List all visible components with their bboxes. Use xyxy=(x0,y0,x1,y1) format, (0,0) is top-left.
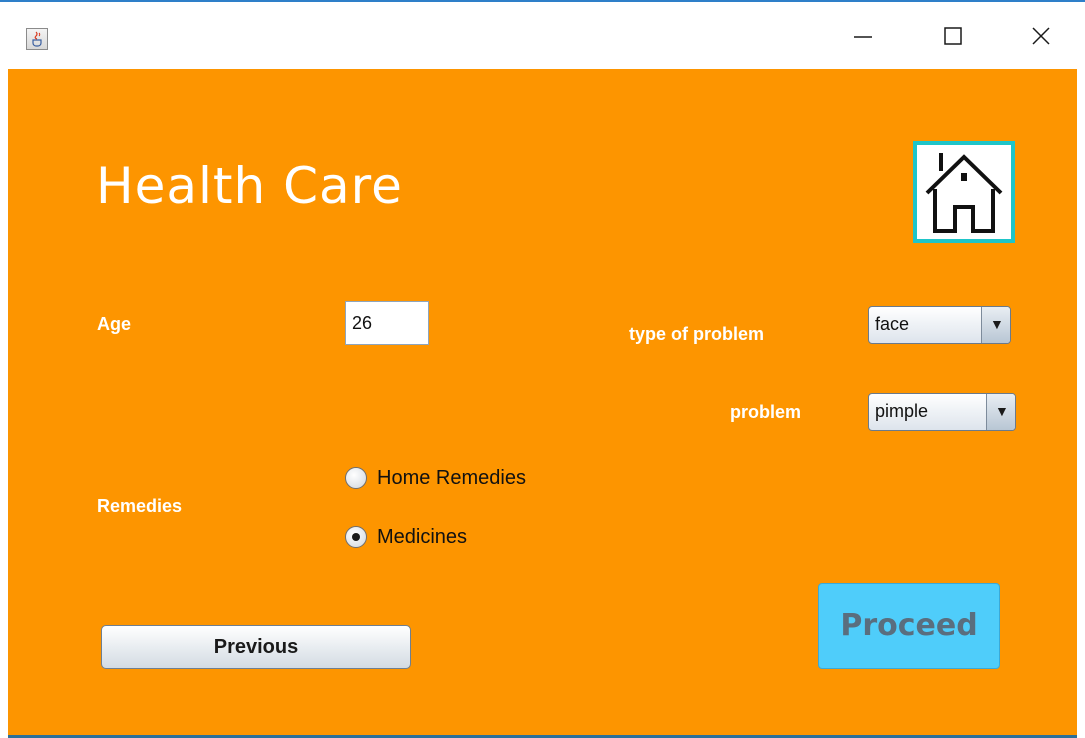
radio-button[interactable] xyxy=(345,526,367,548)
house-icon xyxy=(925,153,1003,233)
main-panel: Health Care Age type of problem face ▼ p… xyxy=(8,69,1077,735)
radio-label: Medicines xyxy=(377,526,468,548)
home-button[interactable] xyxy=(913,141,1015,243)
problem-select[interactable]: pimple ▼ xyxy=(868,393,1016,431)
minimize-button[interactable] xyxy=(840,16,886,56)
problem-label: problem xyxy=(730,402,802,422)
type-of-problem-label: type of problem xyxy=(629,324,765,344)
title-bar xyxy=(0,2,1085,68)
age-label: Age xyxy=(97,314,132,334)
close-icon xyxy=(1032,27,1050,45)
minimize-icon xyxy=(854,36,872,38)
maximize-icon xyxy=(944,27,962,45)
proceed-button[interactable]: Proceed xyxy=(818,583,1000,669)
close-button[interactable] xyxy=(1018,16,1064,56)
dropdown-arrow-icon[interactable]: ▼ xyxy=(986,394,1015,430)
problem-value: pimple xyxy=(875,401,929,421)
radio-selected-dot xyxy=(352,533,360,541)
java-cup-icon[interactable] xyxy=(26,28,48,50)
radio-button[interactable] xyxy=(345,467,367,489)
age-input[interactable] xyxy=(345,301,429,345)
page-title: Health Care xyxy=(96,157,403,215)
radio-label: Home Remedies xyxy=(377,467,526,489)
maximize-button[interactable] xyxy=(930,16,976,56)
type-of-problem-select[interactable]: face ▼ xyxy=(868,306,1011,344)
dropdown-arrow-icon[interactable]: ▼ xyxy=(981,307,1010,343)
previous-button[interactable]: Previous xyxy=(101,625,411,669)
remedies-label: Remedies xyxy=(97,496,183,516)
type-of-problem-value: face xyxy=(875,314,910,334)
